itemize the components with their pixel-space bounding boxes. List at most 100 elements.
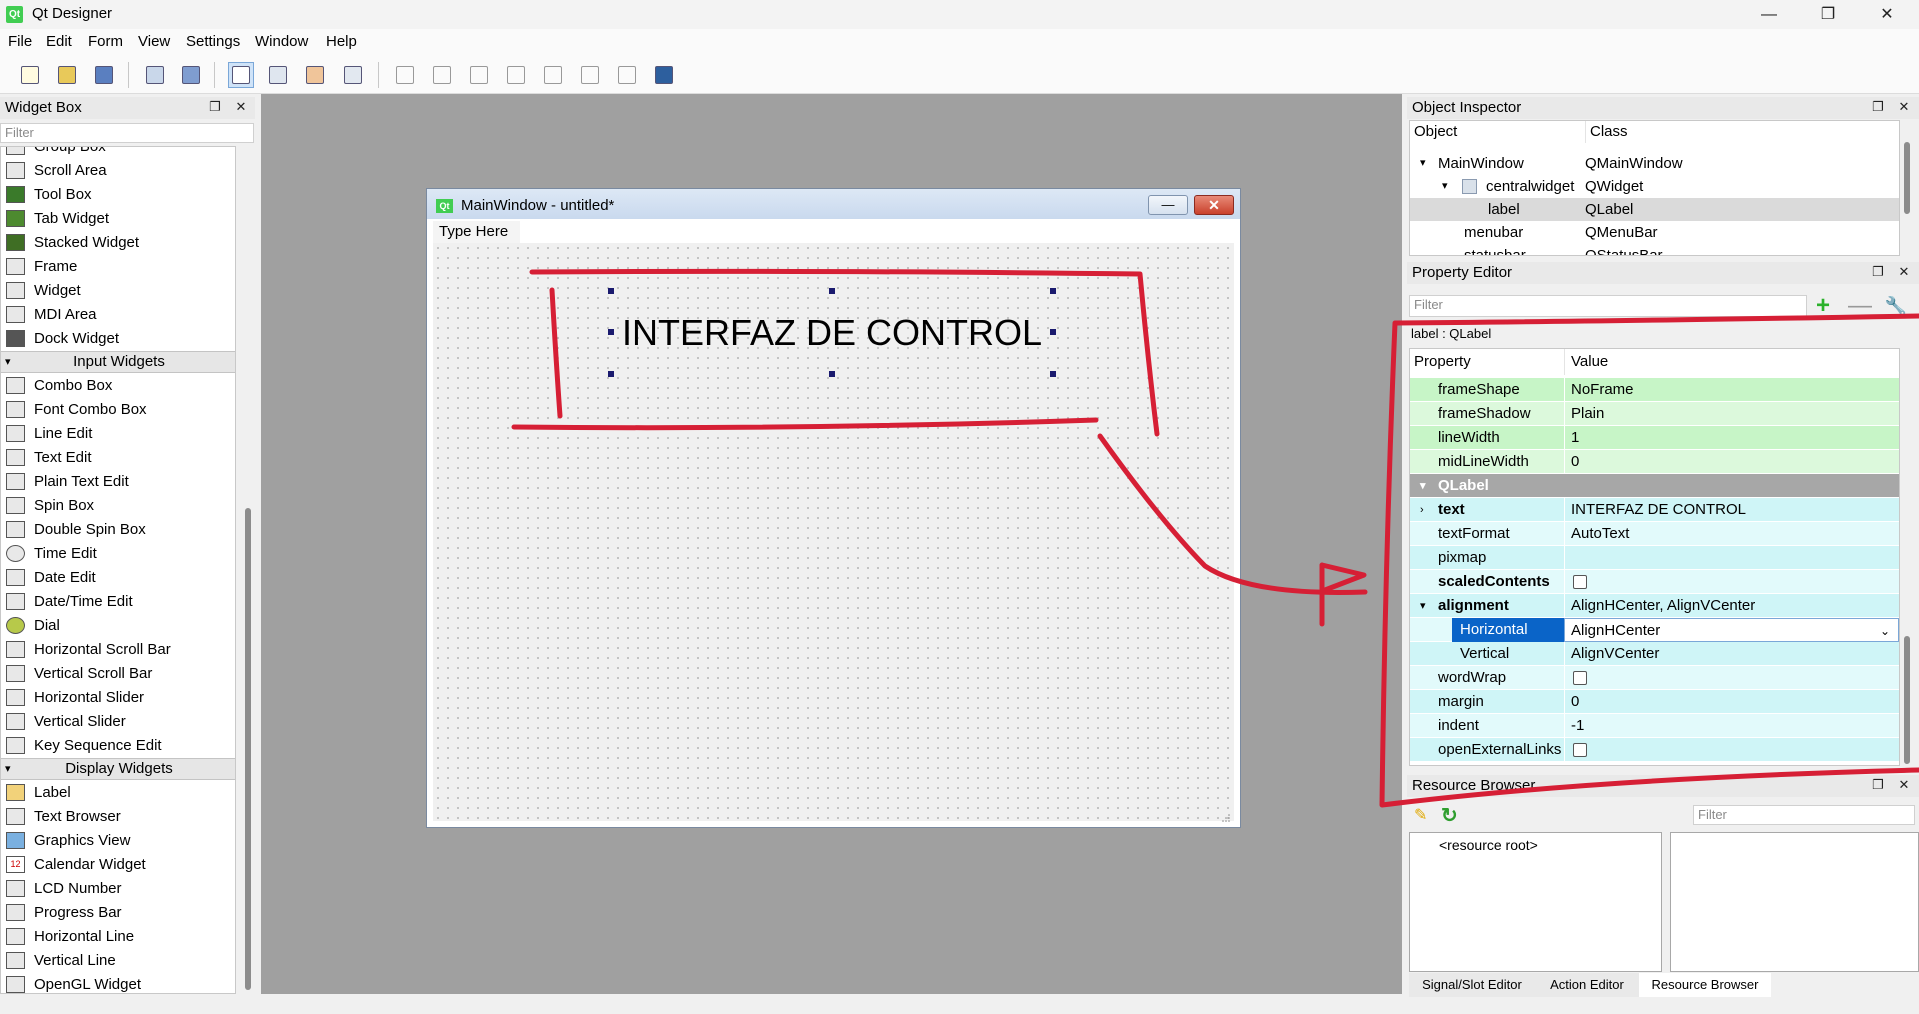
close-icon[interactable]: ✕ [233, 99, 249, 115]
list-item[interactable]: Plain Text Edit [1, 470, 235, 494]
category-input-widgets[interactable]: ▾ Input Widgets [1, 351, 235, 373]
property-row[interactable]: Vertical AlignVCenter [1410, 642, 1899, 666]
menu-edit[interactable]: Edit [46, 33, 72, 50]
bring-front-icon[interactable] [178, 62, 204, 88]
tree-row[interactable]: menubar QMenuBar [1410, 221, 1899, 244]
resize-handle[interactable] [608, 329, 614, 335]
list-item[interactable]: Graphics View [1, 829, 235, 853]
list-item[interactable]: Horizontal Slider [1, 686, 235, 710]
property-filter-input[interactable]: Filter [1409, 295, 1807, 317]
layout-v-splitter-icon[interactable] [503, 62, 529, 88]
list-item[interactable]: Frame [1, 255, 235, 279]
list-item[interactable]: Text Browser [1, 805, 235, 829]
tab-resource-browser[interactable]: Resource Browser [1639, 973, 1771, 997]
resize-handle[interactable] [608, 371, 614, 377]
layout-grid-icon[interactable] [540, 62, 566, 88]
menu-settings[interactable]: Settings [186, 33, 240, 50]
resource-root-item[interactable]: <resource root> [1439, 837, 1538, 853]
send-back-icon[interactable] [142, 62, 168, 88]
resize-handle[interactable] [829, 288, 835, 294]
layout-form-icon[interactable] [577, 62, 603, 88]
edit-signals-slots-icon[interactable] [265, 62, 291, 88]
menu-help[interactable]: Help [326, 33, 357, 50]
category-display-widgets[interactable]: ▾ Display Widgets [1, 758, 235, 780]
list-item[interactable]: OpenGL Widget [1, 973, 235, 993]
resize-handle[interactable] [829, 371, 835, 377]
list-item[interactable]: Tool Box [1, 183, 235, 207]
list-item[interactable]: Vertical Line [1, 949, 235, 973]
tab-signal-slot-editor[interactable]: Signal/Slot Editor [1409, 973, 1535, 997]
list-item[interactable]: Vertical Slider [1, 710, 235, 734]
list-item[interactable]: Dial [1, 614, 235, 638]
close-icon[interactable]: ✕ [1896, 264, 1912, 280]
property-row[interactable]: lineWidth 1 [1410, 426, 1899, 450]
property-row[interactable]: › text INTERFAZ DE CONTROL [1410, 498, 1899, 522]
menu-window[interactable]: Window [255, 33, 308, 50]
break-layout-icon[interactable] [614, 62, 640, 88]
list-item[interactable]: Progress Bar [1, 901, 235, 925]
chevron-right-icon[interactable]: › [1420, 498, 1424, 522]
resource-filter-input[interactable]: Filter [1693, 805, 1915, 825]
list-item[interactable]: Group Box [1, 147, 235, 159]
property-row[interactable]: pixmap [1410, 546, 1899, 570]
float-icon[interactable]: ❐ [207, 99, 223, 115]
word-wrap-checkbox[interactable] [1573, 671, 1587, 685]
property-row[interactable]: midLineWidth 0 [1410, 450, 1899, 474]
float-icon[interactable]: ❐ [1870, 264, 1886, 280]
resize-handle[interactable] [608, 288, 614, 294]
menu-view[interactable]: View [138, 33, 170, 50]
adjust-size-icon[interactable] [651, 62, 677, 88]
list-item[interactable]: Spin Box [1, 494, 235, 518]
layout-vertical-icon[interactable] [429, 62, 455, 88]
form-minimize-button[interactable]: — [1148, 195, 1188, 215]
property-row[interactable]: indent -1 [1410, 714, 1899, 738]
object-inspector-scrollbar-thumb[interactable] [1904, 142, 1910, 214]
column-header-class[interactable]: Class [1585, 121, 1899, 143]
plus-icon[interactable]: + [1811, 294, 1835, 318]
tree-row[interactable]: statusbar QStatusBar [1410, 244, 1899, 255]
list-item[interactable]: Label [1, 781, 235, 805]
property-row[interactable]: margin 0 [1410, 690, 1899, 714]
property-row[interactable]: frameShadow Plain [1410, 402, 1899, 426]
list-item[interactable]: Horizontal Scroll Bar [1, 638, 235, 662]
type-here-menu[interactable]: Type Here [433, 221, 520, 243]
close-button[interactable]: ✕ [1864, 0, 1910, 29]
form-title-bar[interactable]: Qt MainWindow - untitled* — ✕ [427, 189, 1240, 219]
save-form-icon[interactable] [91, 62, 117, 88]
form-window[interactable]: Qt MainWindow - untitled* — ✕ Type Here … [426, 188, 1241, 828]
size-grip-icon[interactable] [1221, 813, 1231, 823]
property-row[interactable]: scaledContents [1410, 570, 1899, 594]
menu-file[interactable]: File [8, 33, 32, 50]
column-header-value[interactable]: Value [1564, 349, 1899, 375]
menu-form[interactable]: Form [88, 33, 123, 50]
list-item[interactable]: Horizontal Line [1, 925, 235, 949]
resize-handle[interactable] [1050, 329, 1056, 335]
column-header-property[interactable]: Property [1414, 349, 1564, 375]
property-row[interactable]: ▾ alignment AlignHCenter, AlignVCenter [1410, 594, 1899, 618]
property-editor-scrollbar-thumb[interactable] [1904, 636, 1910, 764]
tree-row[interactable]: ▾ MainWindow QMainWindow [1410, 152, 1899, 175]
list-item[interactable]: LCD Number [1, 877, 235, 901]
float-icon[interactable]: ❐ [1870, 99, 1886, 115]
new-form-icon[interactable] [17, 62, 43, 88]
list-item[interactable]: Font Combo Box [1, 398, 235, 422]
tree-row[interactable]: label QLabel [1410, 198, 1899, 221]
open-external-links-checkbox[interactable] [1573, 743, 1587, 757]
horizontal-alignment-select[interactable]: AlignHCenter ⌄ [1564, 618, 1899, 642]
minimize-button[interactable]: — [1746, 0, 1792, 29]
layout-horizontal-icon[interactable] [392, 62, 418, 88]
resize-handle[interactable] [1050, 371, 1056, 377]
form-close-button[interactable]: ✕ [1194, 195, 1234, 215]
list-item[interactable]: MDI Area [1, 303, 235, 327]
list-item[interactable]: Key Sequence Edit [1, 734, 235, 758]
property-group-qlabel[interactable]: ▾ QLabel [1410, 474, 1899, 498]
list-item[interactable]: Line Edit [1, 422, 235, 446]
property-row[interactable]: Horizontal AlignHCenter ⌄ [1410, 618, 1899, 642]
list-item[interactable]: Vertical Scroll Bar [1, 662, 235, 686]
resize-handle[interactable] [1050, 288, 1056, 294]
label-widget[interactable]: INTERFAZ DE CONTROL [611, 291, 1053, 374]
list-item[interactable]: Dock Widget [1, 327, 235, 351]
widget-box-filter-input[interactable]: Filter [0, 123, 254, 143]
edit-widgets-icon[interactable] [228, 62, 254, 88]
wrench-icon[interactable]: 🔧 [1884, 295, 1908, 317]
